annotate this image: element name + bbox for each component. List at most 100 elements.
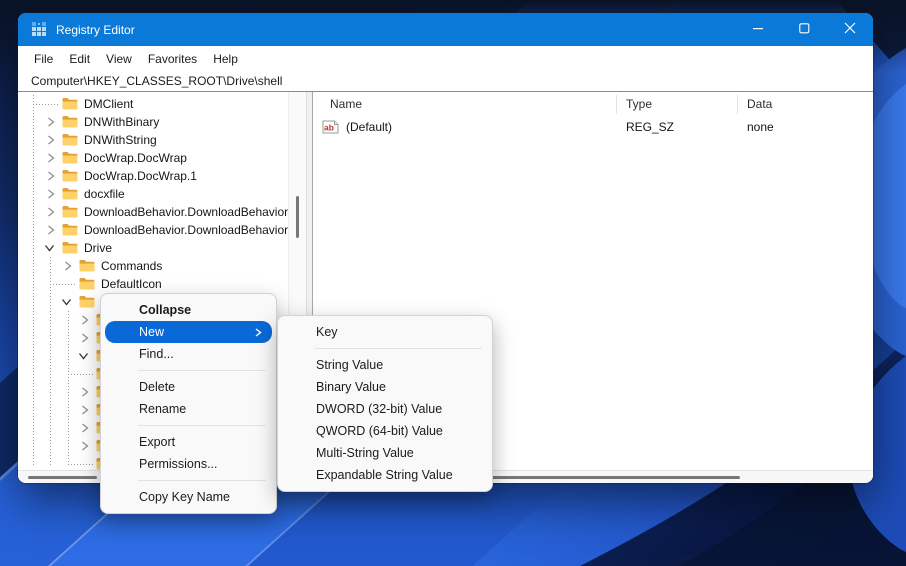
- tree-item-label: DownloadBehavior.DownloadBehavior: [84, 205, 288, 219]
- menu-separator: [138, 370, 266, 371]
- tree-item-downloadbehavior-downloadbehavior[interactable]: DownloadBehavior.DownloadBehavior: [18, 203, 288, 221]
- value-row-default[interactable]: ab (Default): [322, 116, 392, 138]
- menu-item-label: Find...: [139, 347, 174, 361]
- string-value-icon: ab: [322, 120, 339, 134]
- column-separator[interactable]: [737, 95, 738, 114]
- tree-item-docwrap-docwrap[interactable]: DocWrap.DocWrap: [18, 149, 288, 167]
- menu-item-dword-32-bit-value[interactable]: DWORD (32-bit) Value: [278, 398, 492, 420]
- value-data: none: [747, 120, 774, 134]
- menu-item-multi-string-value[interactable]: Multi-String Value: [278, 442, 492, 464]
- svg-text:ab: ab: [324, 123, 334, 133]
- menu-item-delete[interactable]: Delete: [101, 376, 276, 398]
- menu-item-rename[interactable]: Rename: [101, 398, 276, 420]
- chevron-right-icon[interactable]: [47, 207, 55, 217]
- tree-item-commands[interactable]: Commands: [18, 257, 288, 275]
- menu-edit[interactable]: Edit: [67, 50, 92, 68]
- folder-icon: [62, 223, 78, 236]
- chevron-down-icon[interactable]: [78, 352, 89, 360]
- menu-item-label: Binary Value: [316, 380, 386, 394]
- tree-item-dnwithbinary[interactable]: DNWithBinary: [18, 113, 288, 131]
- chevron-right-icon[interactable]: [81, 423, 89, 433]
- chevron-right-icon[interactable]: [47, 189, 55, 199]
- scrollbar-thumb[interactable]: [28, 476, 97, 479]
- maximize-button[interactable]: [781, 13, 827, 46]
- chevron-right-icon[interactable]: [64, 261, 72, 271]
- value-type: REG_SZ: [626, 120, 675, 134]
- chevron-right-icon[interactable]: [47, 153, 55, 163]
- tree-item-dmclient[interactable]: DMClient: [18, 95, 288, 113]
- menu-favorites[interactable]: Favorites: [146, 50, 199, 68]
- folder-icon: [62, 241, 78, 254]
- tree-item-label: docxfile: [84, 187, 125, 201]
- tree-item-downloadbehavior-downloadbehavior[interactable]: DownloadBehavior.DownloadBehavior.: [18, 221, 288, 239]
- menu-item-label: Permissions...: [139, 457, 218, 471]
- menu-item-binary-value[interactable]: Binary Value: [278, 376, 492, 398]
- minimize-icon: [752, 21, 764, 39]
- tree-item-defaulticon[interactable]: DefaultIcon: [18, 275, 288, 293]
- menu-help[interactable]: Help: [211, 50, 240, 68]
- folder-icon: [79, 259, 95, 272]
- menu-item-permissions[interactable]: Permissions...: [101, 453, 276, 475]
- folder-icon: [79, 295, 95, 308]
- submenu-arrow-icon: [255, 328, 262, 337]
- address-text: Computer\HKEY_CLASSES_ROOT\Drive\shell: [31, 74, 283, 88]
- value-name: (Default): [346, 120, 393, 134]
- menu-item-key[interactable]: Key: [278, 321, 492, 343]
- column-header-data[interactable]: Data: [747, 92, 772, 116]
- menu-item-expandable-string-value[interactable]: Expandable String Value: [278, 464, 492, 486]
- menu-separator: [138, 480, 266, 481]
- chevron-down-icon[interactable]: [44, 244, 55, 252]
- minimize-button[interactable]: [735, 13, 781, 46]
- address-bar[interactable]: Computer\HKEY_CLASSES_ROOT\Drive\shell: [18, 71, 873, 92]
- chevron-right-icon[interactable]: [47, 225, 55, 235]
- menu-item-collapse[interactable]: Collapse: [101, 299, 276, 321]
- column-separator[interactable]: [616, 95, 617, 114]
- scrollbar-thumb[interactable]: [296, 196, 299, 238]
- menu-item-label: Delete: [139, 380, 176, 394]
- chevron-right-icon[interactable]: [81, 315, 89, 325]
- menu-item-new[interactable]: New: [105, 321, 272, 343]
- tree-item-label: DocWrap.DocWrap.1: [84, 169, 197, 183]
- column-header-name[interactable]: Name: [330, 92, 362, 116]
- tree-item-docwrap-docwrap-1[interactable]: DocWrap.DocWrap.1: [18, 167, 288, 185]
- window-title: Registry Editor: [56, 22, 135, 37]
- column-header-type[interactable]: Type: [626, 92, 652, 116]
- close-icon: [844, 21, 856, 39]
- tree-item-label: Commands: [101, 259, 163, 273]
- menu-item-label: Key: [316, 325, 338, 339]
- chevron-right-icon[interactable]: [81, 441, 89, 451]
- menu-item-qword-64-bit-value[interactable]: QWORD (64-bit) Value: [278, 420, 492, 442]
- tree-item-docxfile[interactable]: docxfile: [18, 185, 288, 203]
- tree-item-drive[interactable]: Drive: [18, 239, 288, 257]
- menu-file[interactable]: File: [32, 50, 55, 68]
- close-button[interactable]: [827, 13, 873, 46]
- context-menu: Collapse New Find... Delete Rename Export Perm…: [100, 293, 277, 514]
- folder-icon: [62, 133, 78, 146]
- menu-item-label: Multi-String Value: [316, 446, 414, 460]
- tree-connector: [33, 104, 60, 105]
- menu-item-find[interactable]: Find...: [101, 343, 276, 365]
- registry-editor-icon: [32, 22, 47, 37]
- tree-connector: [68, 374, 94, 375]
- tree-item-dnwithstring[interactable]: DNWithString: [18, 131, 288, 149]
- folder-icon: [62, 169, 78, 182]
- menu-bar: File Edit View Favorites Help: [18, 46, 873, 71]
- folder-icon: [79, 277, 95, 290]
- chevron-right-icon[interactable]: [81, 333, 89, 343]
- chevron-right-icon[interactable]: [47, 171, 55, 181]
- menu-item-copy-key-name[interactable]: Copy Key Name: [101, 486, 276, 508]
- chevron-down-icon[interactable]: [61, 298, 72, 306]
- chevron-right-icon[interactable]: [47, 117, 55, 127]
- titlebar[interactable]: Registry Editor: [18, 13, 873, 46]
- menu-item-label: Copy Key Name: [139, 490, 231, 504]
- menu-separator: [315, 348, 482, 349]
- chevron-right-icon[interactable]: [47, 135, 55, 145]
- menu-view[interactable]: View: [104, 50, 134, 68]
- scrollbar-thumb[interactable]: [450, 476, 740, 479]
- menu-item-label: Export: [139, 435, 176, 449]
- chevron-right-icon[interactable]: [81, 387, 89, 397]
- menu-item-label: String Value: [316, 358, 384, 372]
- chevron-right-icon[interactable]: [81, 405, 89, 415]
- menu-item-export[interactable]: Export: [101, 431, 276, 453]
- menu-item-string-value[interactable]: String Value: [278, 354, 492, 376]
